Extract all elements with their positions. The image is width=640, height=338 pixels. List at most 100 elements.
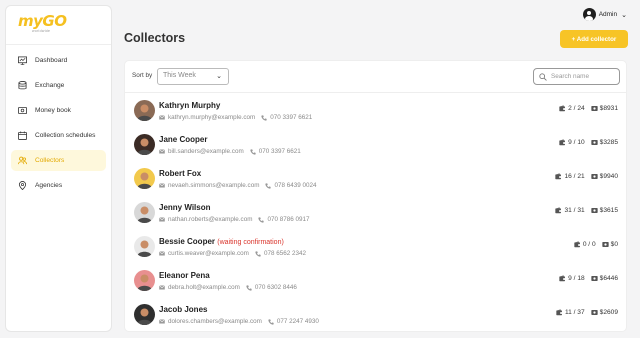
wallet-icon bbox=[555, 207, 563, 214]
collector-name-text: Jane Cooper bbox=[159, 135, 208, 144]
collector-name-text: Kathryn Murphy bbox=[159, 101, 221, 110]
sidebar-item-exchange[interactable]: Exchange bbox=[11, 75, 106, 96]
list-item[interactable]: Eleanor Pena debra.holt@example.com 070 … bbox=[125, 263, 626, 297]
avatar bbox=[134, 134, 155, 155]
list-item[interactable]: Jane Cooper bill.sanders@example.com 070… bbox=[125, 127, 626, 161]
collector-stats: 9 / 10 $3285 bbox=[559, 139, 618, 146]
mail-icon bbox=[159, 217, 165, 222]
search-icon bbox=[539, 72, 547, 81]
phone-icon bbox=[246, 284, 252, 291]
sidebar-item-label: Money book bbox=[35, 107, 71, 114]
collection-amount: $2609 bbox=[599, 309, 618, 316]
collector-name[interactable]: Kathryn Murphy bbox=[159, 101, 220, 110]
collectors-icon bbox=[18, 156, 27, 165]
collector-email: debra.holt@example.com bbox=[168, 284, 240, 291]
calendar-icon bbox=[18, 131, 27, 140]
list-item[interactable]: Jacob Jones dolores.chambers@example.com… bbox=[125, 297, 626, 331]
sidebar-item-label: Exchange bbox=[35, 82, 65, 89]
list-toolbar: Sort by This Week ⌄ Search name bbox=[125, 61, 626, 93]
collection-amount: $3285 bbox=[599, 139, 618, 146]
collector-phone: 077 2247 4930 bbox=[276, 318, 319, 325]
avatar bbox=[134, 100, 155, 121]
collector-contact: debra.holt@example.com 070 6302 8446 bbox=[159, 284, 297, 291]
collector-stats: 16 / 21 $9940 bbox=[555, 173, 618, 180]
mail-icon bbox=[159, 183, 165, 188]
collection-amount: $6446 bbox=[599, 275, 618, 282]
search-placeholder: Search name bbox=[551, 73, 590, 80]
collector-name[interactable]: Bessie Cooper (waiting confirmation) bbox=[159, 237, 284, 246]
logo-subtext: worldwide bbox=[32, 29, 51, 33]
sort-value: This Week bbox=[163, 72, 196, 79]
user-avatar-icon bbox=[582, 8, 596, 21]
collector-name-text: Robert Fox bbox=[159, 169, 202, 178]
collector-phone: 078 6439 0024 bbox=[274, 182, 317, 189]
wallet-icon bbox=[555, 173, 563, 180]
sidebar-item-money-book[interactable]: Money book bbox=[11, 100, 106, 121]
money-icon bbox=[591, 140, 598, 145]
collector-stats: 9 / 18 $6446 bbox=[559, 275, 618, 282]
status-badge: (waiting confirmation) bbox=[217, 239, 284, 246]
collector-name[interactable]: Jenny Wilson bbox=[159, 203, 211, 212]
mail-icon bbox=[159, 285, 165, 290]
user-menu[interactable]: Admin ⌄ bbox=[582, 8, 627, 21]
collector-stats: 11 / 37 $2609 bbox=[556, 309, 618, 316]
chevron-down-icon: ⌄ bbox=[621, 11, 627, 19]
mail-icon bbox=[159, 149, 165, 154]
money-icon bbox=[591, 310, 598, 315]
page-title: Collectors bbox=[124, 31, 186, 45]
sidebar-item-label: Agencies bbox=[35, 182, 63, 189]
collector-email: kathryn.murphy@example.com bbox=[168, 114, 256, 121]
collector-stats: 0 / 0 $0 bbox=[574, 241, 618, 248]
collector-name[interactable]: Robert Fox bbox=[159, 169, 201, 178]
avatar bbox=[134, 202, 155, 223]
collector-phone: 070 6302 8446 bbox=[254, 284, 297, 291]
money-icon bbox=[591, 276, 598, 281]
collector-phone: 070 3397 6621 bbox=[258, 148, 301, 155]
search-input[interactable]: Search name bbox=[533, 68, 620, 85]
list-item[interactable]: Bessie Cooper (waiting confirmation) cur… bbox=[125, 229, 626, 263]
sidebar-item-label: Dashboard bbox=[35, 57, 68, 64]
money-book-icon bbox=[18, 106, 27, 115]
sort-select[interactable]: This Week ⌄ bbox=[157, 68, 229, 85]
collector-name-text: Bessie Cooper bbox=[159, 237, 216, 246]
user-name: Admin bbox=[598, 11, 618, 18]
dashboard-icon bbox=[18, 56, 27, 65]
sidebar-item-collectors[interactable]: Collectors bbox=[11, 150, 106, 171]
collector-contact: kathryn.murphy@example.com 070 3397 6621 bbox=[159, 114, 312, 121]
phone-icon bbox=[255, 250, 261, 257]
collection-count: 9 / 18 bbox=[568, 275, 585, 282]
collector-name[interactable]: Jacob Jones bbox=[159, 305, 207, 314]
collector-name-text: Eleanor Pena bbox=[159, 271, 210, 280]
chevron-down-icon: ⌄ bbox=[216, 73, 222, 80]
add-collector-button[interactable]: + Add collector bbox=[560, 30, 628, 48]
list-item[interactable]: Kathryn Murphy kathryn.murphy@example.co… bbox=[125, 93, 626, 127]
phone-icon bbox=[265, 182, 272, 189]
sidebar-item-label: Collectors bbox=[35, 157, 65, 164]
sidebar-item-collection-schedules[interactable]: Collection schedules bbox=[11, 125, 106, 146]
list-item[interactable]: Jenny Wilson nathan.roberts@example.com … bbox=[125, 195, 626, 229]
collection-count: 0 / 0 bbox=[582, 241, 596, 248]
mail-icon bbox=[159, 319, 165, 324]
collector-name[interactable]: Eleanor Pena bbox=[159, 271, 210, 280]
avatar bbox=[134, 270, 155, 291]
sidebar-item-dashboard[interactable]: Dashboard bbox=[11, 50, 106, 71]
location-pin-icon bbox=[18, 181, 27, 190]
sidebar-item-agencies[interactable]: Agencies bbox=[11, 175, 106, 196]
list-item[interactable]: Robert Fox nevaeh.simmons@example.com 07… bbox=[125, 161, 626, 195]
collection-count: 31 / 31 bbox=[564, 207, 585, 214]
collector-contact: nevaeh.simmons@example.com 078 6439 0024 bbox=[159, 182, 316, 189]
avatar bbox=[134, 168, 155, 189]
collector-stats: 31 / 31 $3615 bbox=[555, 207, 618, 214]
collection-count: 11 / 37 bbox=[564, 309, 585, 316]
avatar bbox=[134, 236, 155, 257]
brand-logo[interactable]: myGO worldwide bbox=[6, 6, 111, 45]
sidebar-item-label: Collection schedules bbox=[35, 132, 96, 139]
collector-contact: curtis.weaver@example.com 078 6562 2342 bbox=[159, 250, 306, 257]
collector-phone: 070 3397 6621 bbox=[270, 114, 313, 121]
collector-name[interactable]: Jane Cooper bbox=[159, 135, 207, 144]
wallet-icon bbox=[574, 241, 581, 248]
phone-icon bbox=[261, 114, 267, 121]
collector-phone: 078 6562 2342 bbox=[263, 250, 306, 257]
collector-email: nathan.roberts@example.com bbox=[168, 216, 253, 223]
collector-email: nevaeh.simmons@example.com bbox=[168, 182, 260, 189]
